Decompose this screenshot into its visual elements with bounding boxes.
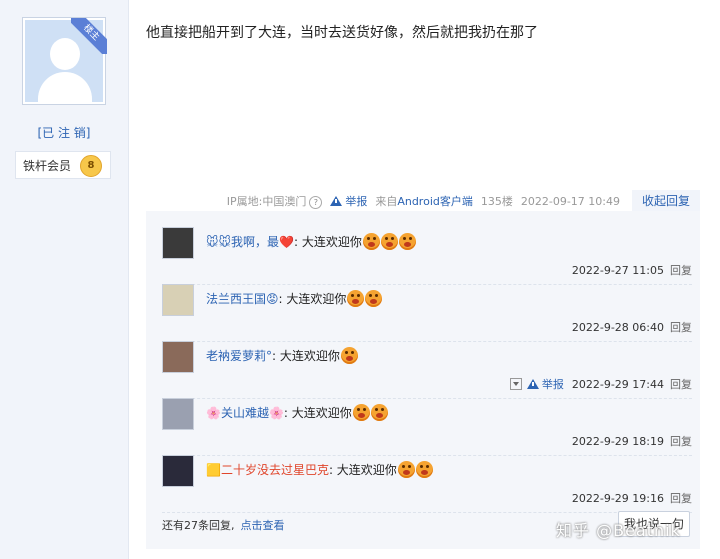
reply-username[interactable]: 法兰西王国😡 — [206, 290, 279, 307]
reply-avatar[interactable] — [162, 227, 194, 259]
reply-line: 🟨二十岁没去过星巴克: 大连欢迎你 — [206, 461, 433, 478]
reply-time: 2022-9-27 11:05 — [571, 263, 664, 277]
reply-item: 🐭🐭我啊，最❤️: 大连欢迎你 2022-9-27 11:05 回复 — [162, 227, 692, 285]
reply-line: 🐭🐭我啊，最❤️: 大连欢迎你 — [206, 233, 416, 250]
reply-avatar[interactable] — [162, 398, 194, 430]
reply-item: 🌸关山难越🌸: 大连欢迎你 2022-9-29 18:19 回复 — [162, 398, 692, 456]
reply-text: : 大连欢迎你 — [293, 235, 362, 249]
level-badge-icon: 8 — [80, 155, 102, 177]
reply-button[interactable]: 回复 — [670, 376, 692, 392]
reply-time: 2022-9-29 17:44 — [571, 377, 664, 391]
reply-list: 🐭🐭我啊，最❤️: 大连欢迎你 2022-9-27 11:05 回复 法兰西王国😡: … — [146, 211, 700, 549]
surprised-emoji-icon — [352, 404, 370, 421]
reply-avatar[interactable] — [162, 284, 194, 316]
reply-avatar[interactable] — [162, 455, 194, 487]
report-button[interactable]: 举报 — [330, 193, 367, 209]
author-username[interactable]: [已 注 销] — [0, 124, 128, 141]
surprised-emoji-icon — [340, 347, 358, 364]
surprised-emoji-icon — [398, 233, 416, 250]
reply-text: : 大连欢迎你 — [328, 463, 397, 477]
client-link[interactable]: Android客户端 — [397, 195, 473, 208]
surprised-emoji-icon — [370, 404, 388, 421]
reply-line: 🌸关山难越🌸: 大连欢迎你 — [206, 404, 388, 421]
reply-line: 法兰西王国😡: 大连欢迎你 — [206, 290, 383, 307]
ip-location: IP属地:中国澳门? — [227, 193, 323, 209]
post-content: 他直接把船开到了大连，当时去送货好像，然后就把我扔在那了 — [146, 25, 538, 41]
author-panel: 楼主 [已 注 销] 铁杆会员 8 — [0, 0, 129, 559]
client-source: 来自Android客户端 — [375, 195, 473, 208]
collapse-replies-button[interactable]: 收起回复 — [631, 190, 700, 212]
reply-button[interactable]: 回复 — [670, 433, 692, 449]
reply-text: : 大连欢迎你 — [278, 292, 347, 306]
warning-icon — [526, 379, 539, 389]
reply-username[interactable]: 老衲爱萝莉° — [206, 347, 272, 364]
reply-button[interactable]: 回复 — [670, 262, 692, 278]
reply-button[interactable]: 回复 — [670, 319, 692, 335]
post-meta: IP属地:中国澳门? 举报 来自Android客户端 135楼 2022-09-… — [146, 190, 700, 212]
warning-icon — [330, 196, 343, 206]
reply-meta: 2022-9-29 18:19 回复 — [572, 433, 692, 449]
member-badge[interactable]: 铁杆会员 8 — [15, 151, 111, 179]
reply-meta: 2022-9-29 19:16 回复 — [572, 490, 692, 506]
reply-meta: 2022-9-28 06:40 回复 — [572, 319, 692, 335]
dropdown-icon[interactable] — [509, 378, 522, 390]
surprised-emoji-icon — [415, 461, 433, 478]
reply-time: 2022-9-29 18:19 — [571, 434, 664, 448]
badge-title: 铁杆会员 — [23, 158, 72, 173]
reply-meta: 2022-9-27 11:05 回复 — [572, 262, 692, 278]
floor-number: 135楼 — [480, 195, 513, 208]
reply-text: : 大连欢迎你 — [272, 349, 340, 363]
reply-time: 2022-9-28 06:40 — [571, 320, 664, 334]
surprised-emoji-icon — [347, 290, 365, 307]
reply-text: : 大连欢迎你 — [283, 406, 352, 420]
reply-button[interactable]: 回复 — [670, 490, 692, 506]
reply-username[interactable]: 🟨二十岁没去过星巴克 — [206, 461, 329, 478]
reply-time: 2022-9-29 19:16 — [571, 491, 664, 505]
surprised-emoji-icon — [365, 290, 383, 307]
surprised-emoji-icon — [380, 233, 398, 250]
reply-meta: 举报 2022-9-29 17:44 回复 — [509, 376, 692, 392]
view-more-link[interactable]: 点击查看 — [241, 519, 285, 532]
more-replies: 还有27条回复, 点击查看 — [162, 519, 285, 532]
reply-item: 老衲爱萝莉° : 大连欢迎你举报 2022-9-29 17:44 回复 — [162, 341, 692, 399]
reply-item: 🟨二十岁没去过星巴克: 大连欢迎你 2022-9-29 19:16 回复 — [162, 455, 692, 513]
reply-item: 法兰西王国😡: 大连欢迎你 2022-9-28 06:40 回复 — [162, 284, 692, 342]
surprised-emoji-icon — [397, 461, 415, 478]
reply-avatar[interactable] — [162, 341, 194, 373]
help-icon[interactable]: ? — [309, 196, 323, 209]
reply-username[interactable]: 🐭🐭我啊，最❤️ — [206, 233, 294, 250]
author-avatar[interactable]: 楼主 — [22, 17, 107, 105]
zhihu-watermark: 知乎 @Beatnik — [556, 521, 681, 540]
reply-line: 老衲爱萝莉° : 大连欢迎你 — [206, 347, 358, 364]
surprised-emoji-icon — [362, 233, 380, 250]
op-ribbon: 楼主 — [71, 18, 107, 54]
reply-report-button[interactable]: 举报 — [526, 376, 564, 392]
post-time: 2022-09-17 10:49 — [520, 194, 620, 208]
reply-username[interactable]: 🌸关山难越🌸 — [206, 404, 284, 421]
